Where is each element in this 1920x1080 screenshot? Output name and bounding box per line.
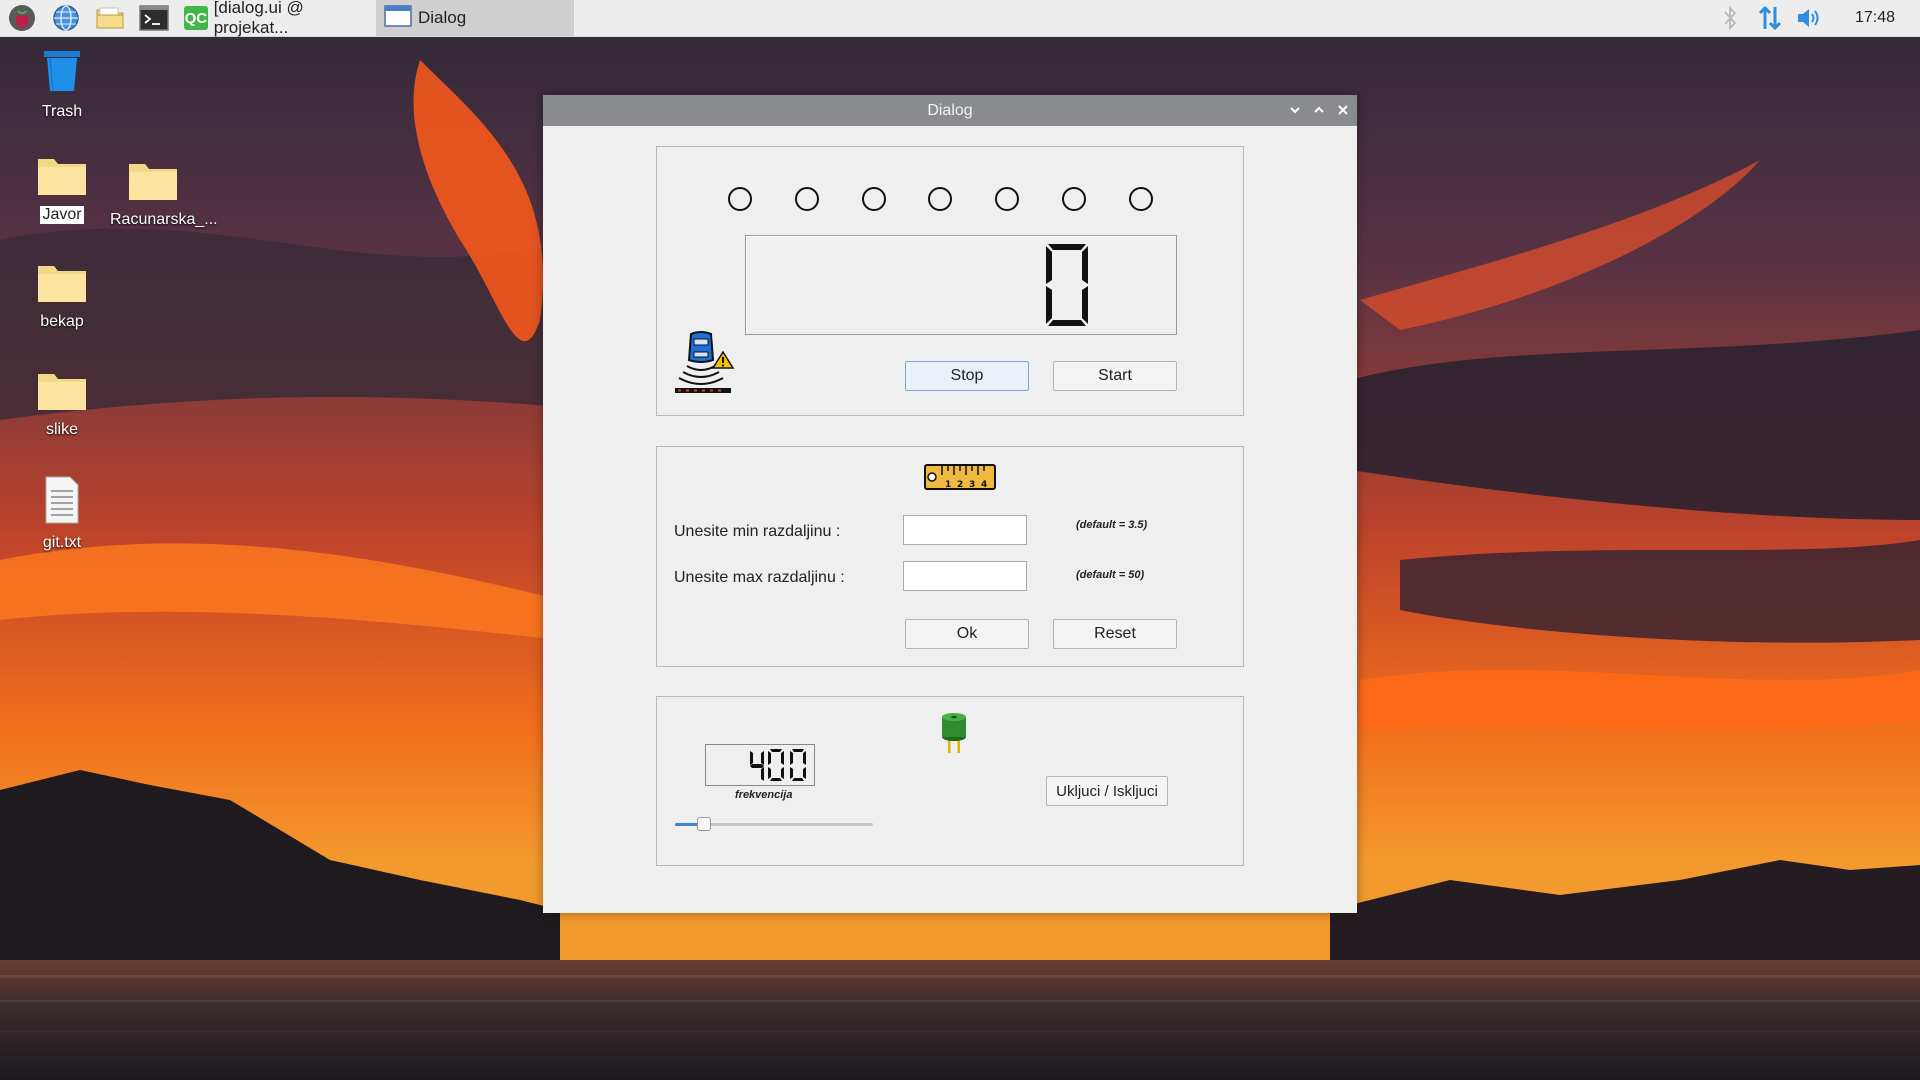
desktop-icon-label: slike [45,421,78,438]
parking-sensor-car-icon [673,330,735,399]
desktop-icon-racunarska[interactable]: Racunarska_... [108,160,218,229]
max-distance-label: Unesite max razdaljinu : [674,569,845,586]
max-distance-input[interactable] [903,561,1027,591]
distance-panel: 1234 Unesite min razdaljinu : (default =… [656,446,1244,667]
proximity-led-1 [728,187,752,211]
folder-icon [17,370,107,417]
folder-icon [17,155,107,202]
desktop-icon-trash[interactable]: Trash [17,48,107,121]
dialog-window: Dialog Stop Start 1 2 3 4 Unesite min ra… [543,95,1357,913]
file-manager-icon[interactable] [88,0,132,36]
desktop-icon-label: bekap [40,313,84,330]
svg-text:4: 4 [981,480,987,490]
text-file-icon [17,475,107,530]
min-default-hint: (default = 3.5) [1076,519,1148,531]
reset-button[interactable]: Reset [1053,619,1177,649]
proximity-led-3 [861,187,886,211]
stop-button[interactable]: Stop [905,361,1029,391]
window-title: Dialog [927,101,973,119]
volume-icon[interactable] [1790,0,1830,36]
desktop-icon-label: Javor [40,206,84,224]
proximity-led-6 [1062,187,1086,211]
maximize-icon[interactable] [1309,100,1329,120]
trash-icon [17,48,107,99]
desktop-icon-slike[interactable]: slike [17,370,107,439]
web-browser-icon[interactable] [44,0,88,36]
task-label: [dialog.ui @ projekat... [213,0,304,37]
raspberry-menu-icon[interactable] [0,0,44,36]
window-titlebar[interactable]: Dialog [543,95,1357,126]
measuring-tape-icon: 1234 [924,463,996,496]
max-default-hint: (default = 50) [1076,569,1145,581]
terminal-icon[interactable] [132,0,176,36]
clock[interactable]: 17:48 [1830,9,1920,27]
folder-icon [17,262,107,309]
minimize-icon[interactable] [1285,100,1305,120]
proximity-led-5 [995,187,1020,211]
buzzer-panel: frekvencija Ukljuci / Iskljuci [656,696,1244,866]
min-distance-input[interactable] [903,515,1027,545]
bluetooth-icon[interactable] [1710,0,1750,36]
toggle-buzzer-button[interactable]: Ukljuci / Iskljuci [1046,776,1168,806]
taskbar: QC [dialog.ui @ projekat... Dialog 17:48 [0,0,1920,37]
svg-text:1: 1 [945,480,951,490]
distance-lcd-display [745,235,1177,335]
svg-text:3: 3 [969,480,975,490]
desktop-icon-label: Racunarska_... [110,211,218,228]
task-label: Dialog [418,8,467,27]
proximity-led-7 [1128,187,1153,211]
desktop-icon-git-txt[interactable]: git.txt [17,475,107,552]
window-icon [384,4,412,33]
proximity-led-4 [928,187,953,211]
desktop-icon-javor[interactable]: Javor [17,155,107,224]
svg-text:2: 2 [957,480,963,490]
proximity-led-2 [794,187,819,211]
start-button[interactable]: Start [1053,361,1177,391]
desktop-icon-label: git.txt [42,534,82,551]
buzzer-icon [941,709,967,760]
qt-creator-icon: QC [184,6,208,30]
close-icon[interactable] [1333,100,1353,120]
ok-button[interactable]: Ok [905,619,1029,649]
frequency-lcd-display [705,744,815,786]
taskbar-task-dialog[interactable]: Dialog [376,0,574,36]
network-icon[interactable] [1750,0,1790,36]
frequency-label: frekvencija [735,789,793,801]
slider-handle[interactable] [697,817,711,831]
folder-icon [108,160,198,207]
desktop-icon-label: Trash [41,103,83,120]
sensor-panel: Stop Start [656,146,1244,416]
min-distance-label: Unesite min razdaljinu : [674,523,841,540]
desktop-icon-bekap[interactable]: bekap [17,262,107,331]
taskbar-task-qt-designer[interactable]: QC [dialog.ui @ projekat... [176,0,376,37]
